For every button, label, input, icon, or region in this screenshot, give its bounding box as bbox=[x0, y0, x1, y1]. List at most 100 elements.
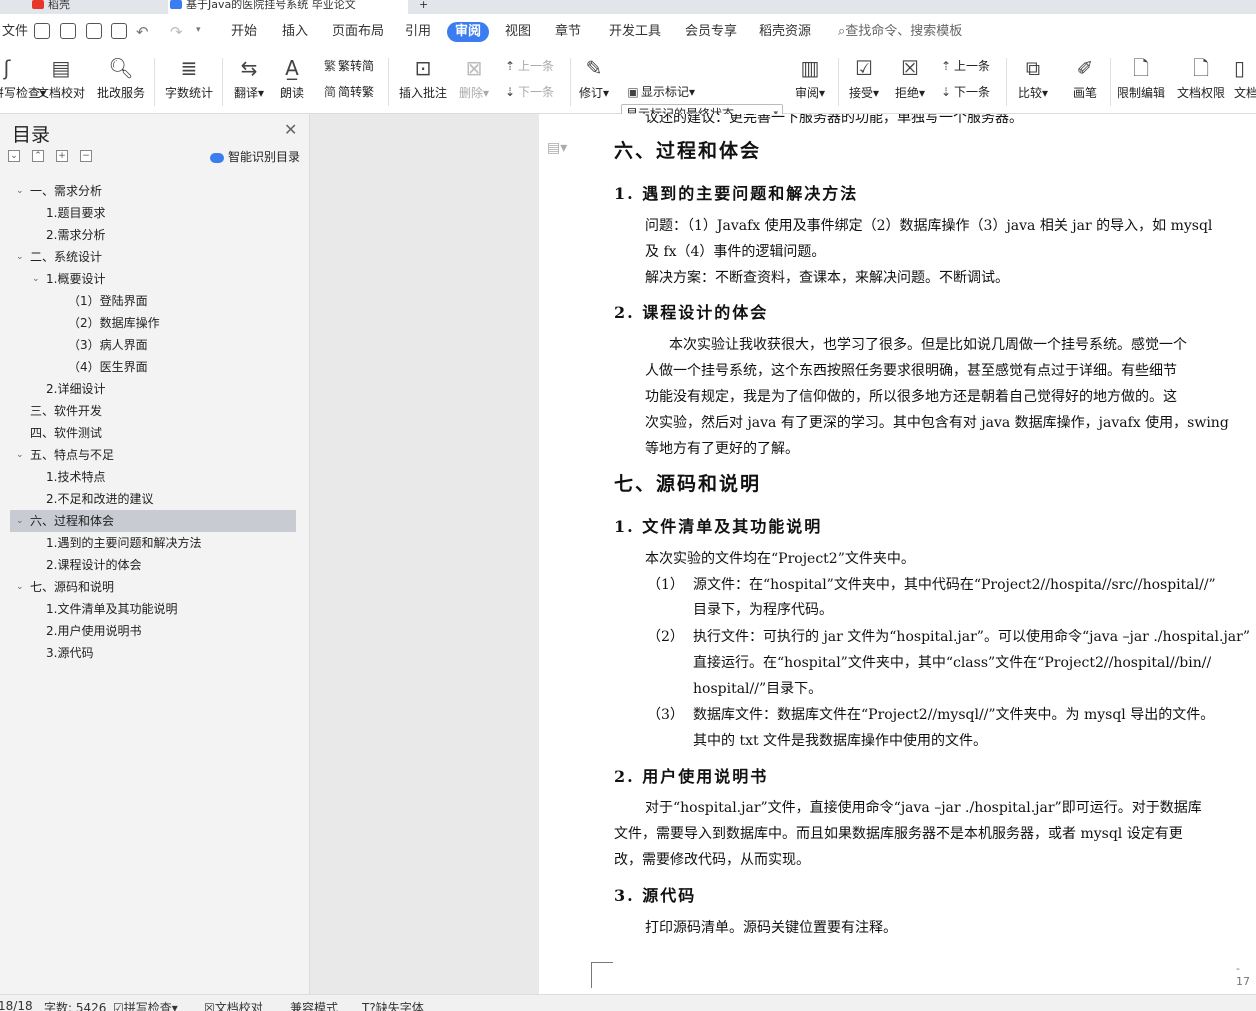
toc-item[interactable]: （2）数据库操作 bbox=[10, 312, 296, 334]
add-heading-icon[interactable]: + bbox=[56, 150, 68, 162]
simp-to-trad-icon: 简 bbox=[323, 85, 336, 99]
track-changes-button[interactable]: ✎ 修订▾ bbox=[574, 54, 614, 101]
show-markup-button[interactable]: ▣ 显示标记▾ bbox=[625, 83, 695, 100]
toc-item[interactable]: ⌄ 六、过程和体会 bbox=[10, 510, 296, 532]
next-change-button[interactable]: ⇣ 下一条 bbox=[938, 83, 990, 100]
chevron-down-icon[interactable]: ⌄ bbox=[16, 246, 24, 268]
list-item: hospital//”目录下。 bbox=[693, 681, 823, 697]
prev-comment-button[interactable]: ⇡ 上一条 bbox=[502, 57, 554, 74]
heading-user-manual: 2. 用户使用说明书 bbox=[614, 767, 769, 786]
new-tab-button[interactable]: + bbox=[415, 0, 428, 14]
menu-file[interactable]: 文件 bbox=[0, 22, 36, 42]
quick-access-more-icon[interactable]: ▾ bbox=[196, 25, 201, 35]
restrict-edit-button[interactable]: 🗋︎ 限制编辑 bbox=[1114, 54, 1168, 101]
missing-font-status[interactable]: T?缺失字体 bbox=[362, 999, 424, 1011]
menu-references[interactable]: 引用 bbox=[397, 22, 439, 42]
translate-button[interactable]: ⇆ 翻译▾ bbox=[230, 54, 268, 101]
toc-item[interactable]: 2.课程设计的体会 bbox=[10, 554, 296, 576]
toc-item[interactable]: ⌄ 五、特点与不足 bbox=[10, 444, 296, 466]
export-pdf-icon[interactable] bbox=[60, 23, 76, 39]
next-comment-button[interactable]: ⇣ 下一条 bbox=[502, 83, 554, 100]
command-search[interactable]: ⌕查找命令、搜索模板 bbox=[838, 22, 962, 42]
toc-item[interactable]: 2.需求分析 bbox=[10, 224, 296, 246]
word-count-status[interactable]: 字数: 5426 bbox=[44, 999, 106, 1011]
menu-member[interactable]: 会员专享 bbox=[677, 22, 745, 42]
doc-permission-button[interactable]: 🗋︎ 文档权限 bbox=[1174, 54, 1228, 101]
toc-item[interactable]: （4）医生界面 bbox=[10, 356, 296, 378]
page-options-icon[interactable]: ▤▾ bbox=[547, 140, 567, 156]
menu-insert[interactable]: 插入 bbox=[274, 22, 316, 42]
chevron-down-icon[interactable]: ⌄ bbox=[32, 268, 40, 290]
delete-comment-button[interactable]: ⊠ 删除▾ bbox=[456, 54, 492, 101]
toc-item[interactable]: （3）病人界面 bbox=[10, 334, 296, 356]
font-icon: T? bbox=[362, 1001, 376, 1011]
expand-up-icon[interactable]: ⌃ bbox=[32, 150, 44, 162]
print-icon[interactable] bbox=[86, 23, 102, 39]
toc-item[interactable]: 3.源代码 bbox=[10, 642, 296, 664]
print-preview-icon[interactable] bbox=[111, 23, 127, 39]
chevron-down-icon[interactable]: ⌄ bbox=[16, 510, 24, 532]
toc-item-label: 1.技术特点 bbox=[46, 470, 106, 484]
undo-icon[interactable]: ↶ bbox=[136, 23, 149, 41]
menu-review[interactable]: 审阅 bbox=[447, 22, 490, 42]
toc-item[interactable]: ⌄ 二、系统设计 bbox=[10, 246, 296, 268]
menu-docer-resources[interactable]: 稻壳资源 bbox=[751, 22, 819, 42]
toc-item[interactable]: ⌄ 七、源码和说明 bbox=[10, 576, 296, 598]
toc-item-label: 1.文件清单及其功能说明 bbox=[46, 602, 178, 616]
page-number: - 17 bbox=[1236, 962, 1250, 988]
close-icon[interactable]: ✕ bbox=[284, 120, 297, 139]
toc-item[interactable]: ⌄ 1.概要设计 bbox=[10, 268, 296, 290]
insert-comment-button[interactable]: ⊡ 插入批注 bbox=[396, 54, 450, 101]
toc-item[interactable]: 四、软件测试 bbox=[10, 422, 296, 444]
remove-heading-icon[interactable]: − bbox=[80, 150, 92, 162]
proof-status[interactable]: ☒文档校对 bbox=[204, 999, 263, 1011]
menu-page-layout[interactable]: 页面布局 bbox=[324, 22, 392, 42]
toc-item[interactable]: （1）登陆界面 bbox=[10, 290, 296, 312]
heading-process: 六、过程和体会 bbox=[614, 140, 762, 162]
collapse-all-icon[interactable]: ⌄ bbox=[8, 150, 20, 162]
tab-document[interactable]: 基于Java的医院挂号系统 毕业论文 bbox=[168, 0, 408, 14]
prev-change-button[interactable]: ⇡ 上一条 bbox=[938, 57, 990, 74]
smart-toc-button[interactable]: 智能识别目录 bbox=[210, 148, 300, 165]
page-indicator[interactable]: 18/18 bbox=[0, 999, 33, 1011]
paragraph: 本次实验让我收获很大，也学习了很多。但是比如说几周做一个挂号系统。感觉一个 bbox=[669, 337, 1187, 353]
paragraph: 打印源码清单。源码关键位置要有注释。 bbox=[645, 920, 897, 936]
toc-item[interactable]: 1.技术特点 bbox=[10, 466, 296, 488]
smart-toc-icon bbox=[210, 152, 224, 163]
tab-docer[interactable]: 稻壳 bbox=[30, 0, 70, 14]
chevron-down-icon[interactable]: ⌄ bbox=[16, 576, 24, 598]
menu-home[interactable]: 开始 bbox=[223, 22, 265, 42]
menu-chapter[interactable]: 章节 bbox=[547, 22, 589, 42]
toc-item[interactable]: 三、软件开发 bbox=[10, 400, 296, 422]
spellcheck-status[interactable]: ☑拼写检查▾ bbox=[113, 999, 178, 1011]
chevron-down-icon[interactable]: ⌄ bbox=[16, 180, 24, 202]
toc-item[interactable]: 2.不足和改进的建议 bbox=[10, 488, 296, 510]
menu-bar: 文件 ↶ ↷ ▾ 开始 插入 页面布局 引用 审阅 视图 章节 开发工具 会员专… bbox=[0, 14, 1256, 50]
spellcheck-button[interactable]: ʃ拼写检查▾ bbox=[0, 54, 46, 101]
toc-item[interactable]: 2.用户使用说明书 bbox=[10, 620, 296, 642]
toc-item-label: 1.遇到的主要问题和解决方法 bbox=[46, 536, 202, 550]
doc-more-button[interactable]: ▯ 文档 bbox=[1234, 54, 1256, 101]
doc-proof-button[interactable]: ▤ 文档校对 bbox=[34, 54, 88, 101]
read-aloud-button[interactable]: A̲ 朗读 bbox=[274, 54, 310, 101]
toc-item[interactable]: 2.详细设计 bbox=[10, 378, 296, 400]
trad-to-simp-button[interactable]: 繁繁转简 bbox=[322, 57, 374, 74]
chevron-down-icon[interactable]: ⌄ bbox=[16, 444, 24, 466]
menu-view[interactable]: 视图 bbox=[497, 22, 539, 42]
menu-developer[interactable]: 开发工具 bbox=[601, 22, 669, 42]
reject-button[interactable]: ☒ 拒绝▾ bbox=[890, 54, 930, 101]
restrict-edit-icon: 🗋︎ bbox=[1132, 56, 1150, 80]
review-pane-button[interactable]: ▥ 审阅▾ bbox=[790, 54, 830, 101]
redo-icon[interactable]: ↷ bbox=[170, 23, 183, 41]
toc-item[interactable]: 1.遇到的主要问题和解决方法 bbox=[10, 532, 296, 554]
toc-item[interactable]: 1.题目要求 bbox=[10, 202, 296, 224]
toc-item[interactable]: 1.文件清单及其功能说明 bbox=[10, 598, 296, 620]
toc-item[interactable]: ⌄ 一、需求分析 bbox=[10, 180, 296, 202]
save-icon[interactable] bbox=[34, 23, 50, 39]
compare-button[interactable]: ⧉ 比较▾ bbox=[1012, 54, 1054, 101]
batch-service-button[interactable]: 🔍︎ 批改服务 bbox=[94, 54, 148, 101]
pen-button[interactable]: ✐ 画笔 bbox=[1066, 54, 1104, 101]
simp-to-trad-button[interactable]: 简简转繁 bbox=[322, 83, 374, 100]
word-count-button[interactable]: ≣ 字数统计 bbox=[162, 54, 216, 101]
accept-button[interactable]: ☑ 接受▾ bbox=[844, 54, 884, 101]
